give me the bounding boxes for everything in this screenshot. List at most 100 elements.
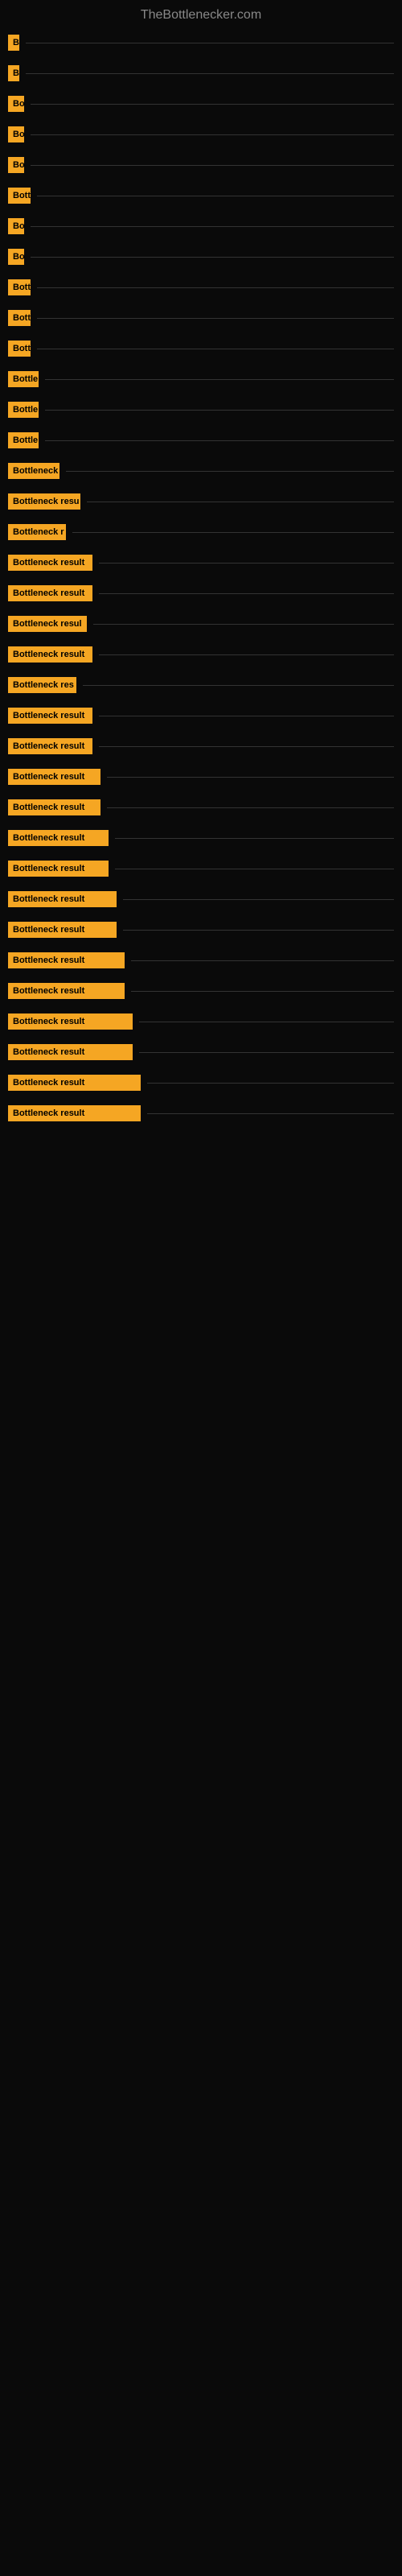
- item-badge[interactable]: Bottleneck result: [8, 799, 100, 815]
- item-line: [107, 807, 394, 808]
- item-badge[interactable]: Bottleneck result: [8, 1105, 141, 1121]
- item-badge[interactable]: Bottleneck result: [8, 922, 117, 938]
- list-item: Bottleneck r: [8, 524, 394, 540]
- item-badge[interactable]: Bottleneck result: [8, 585, 92, 601]
- list-item: Bottleneck result: [8, 555, 394, 571]
- item-badge[interactable]: Bottleneck result: [8, 646, 92, 663]
- item-line: [45, 410, 394, 411]
- list-item: Bottleneck result: [8, 646, 394, 663]
- list-item: Bottleneck result: [8, 738, 394, 754]
- list-item: Bottleneck result: [8, 830, 394, 846]
- list-item: Bo: [8, 249, 394, 265]
- item-badge[interactable]: Bo: [8, 218, 24, 234]
- list-item: Bottleneck result: [8, 983, 394, 999]
- list-item: Bottleneck result: [8, 922, 394, 938]
- item-badge[interactable]: Bottleneck resul: [8, 616, 87, 632]
- item-line: [107, 777, 394, 778]
- item-badge[interactable]: Bottleneck result: [8, 555, 92, 571]
- item-badge[interactable]: Bo: [8, 96, 24, 112]
- list-item: Bottleneck result: [8, 891, 394, 907]
- list-item: Bottleneck result: [8, 799, 394, 815]
- item-badge[interactable]: Bottle: [8, 432, 39, 448]
- item-badge[interactable]: Bottleneck resu: [8, 493, 80, 510]
- item-badge[interactable]: Bott: [8, 188, 31, 204]
- list-item: Bo: [8, 218, 394, 234]
- list-item: Bo: [8, 126, 394, 142]
- list-item: Bottleneck result: [8, 769, 394, 785]
- item-line: [99, 746, 394, 747]
- items-container: BB Bo Bo Bo Bott Bo Bo Bott Bott Bott Bottle Bottle…: [0, 27, 402, 1144]
- item-line: [31, 165, 394, 166]
- item-badge[interactable]: Bottleneck: [8, 463, 59, 479]
- list-item: Bottleneck result: [8, 585, 394, 601]
- item-badge[interactable]: Bott: [8, 310, 31, 326]
- list-item: Bottleneck result: [8, 1013, 394, 1030]
- site-header: TheBottlenecker.com: [0, 0, 402, 27]
- item-line: [37, 287, 394, 288]
- item-badge[interactable]: Bottleneck result: [8, 769, 100, 785]
- item-line: [37, 318, 394, 319]
- item-badge[interactable]: Bottleneck result: [8, 1013, 133, 1030]
- item-badge[interactable]: Bottleneck result: [8, 861, 109, 877]
- item-line: [66, 471, 394, 472]
- item-line: [26, 73, 394, 74]
- item-badge[interactable]: Bo: [8, 157, 24, 173]
- item-badge[interactable]: Bottleneck result: [8, 708, 92, 724]
- item-line: [131, 991, 394, 992]
- site-title: TheBottlenecker.com: [0, 0, 402, 27]
- list-item: Bottle: [8, 402, 394, 418]
- list-item: Bott: [8, 279, 394, 295]
- item-line: [123, 899, 394, 900]
- item-line: [147, 1113, 394, 1114]
- list-item: Bottleneck resu: [8, 493, 394, 510]
- item-line: [83, 685, 394, 686]
- item-line: [45, 440, 394, 441]
- item-badge[interactable]: Bo: [8, 249, 24, 265]
- list-item: Bottleneck resul: [8, 616, 394, 632]
- item-line: [99, 593, 394, 594]
- item-line: [115, 838, 394, 839]
- item-line: [99, 654, 394, 655]
- item-line: [131, 960, 394, 961]
- item-line: [93, 624, 394, 625]
- list-item: Bott: [8, 310, 394, 326]
- item-badge[interactable]: Bottleneck result: [8, 1075, 141, 1091]
- item-line: [99, 563, 394, 564]
- list-item: Bott: [8, 188, 394, 204]
- item-line: [147, 1083, 394, 1084]
- list-item: Bo: [8, 157, 394, 173]
- item-line: [31, 134, 394, 135]
- item-line: [139, 1052, 394, 1053]
- item-badge[interactable]: Bottle: [8, 402, 39, 418]
- list-item: Bottleneck result: [8, 1044, 394, 1060]
- item-badge[interactable]: Bottleneck result: [8, 830, 109, 846]
- item-badge[interactable]: B: [8, 65, 19, 81]
- item-badge[interactable]: Bott: [8, 279, 31, 295]
- list-item: Bottleneck result: [8, 952, 394, 968]
- item-line: [31, 104, 394, 105]
- item-badge[interactable]: Bottle: [8, 371, 39, 387]
- item-badge[interactable]: Bottleneck result: [8, 983, 125, 999]
- item-badge[interactable]: Bottleneck result: [8, 952, 125, 968]
- item-badge[interactable]: Bo: [8, 126, 24, 142]
- item-line: [72, 532, 394, 533]
- item-badge[interactable]: B: [8, 35, 19, 51]
- list-item: B: [8, 65, 394, 81]
- list-item: B: [8, 35, 394, 51]
- list-item: Bott: [8, 341, 394, 357]
- list-item: Bottleneck: [8, 463, 394, 479]
- list-item: Bottleneck result: [8, 1075, 394, 1091]
- item-badge[interactable]: Bottleneck result: [8, 891, 117, 907]
- list-item: Bottle: [8, 432, 394, 448]
- item-badge[interactable]: Bottleneck res: [8, 677, 76, 693]
- item-badge[interactable]: Bott: [8, 341, 31, 357]
- item-line: [45, 379, 394, 380]
- item-badge[interactable]: Bottleneck result: [8, 738, 92, 754]
- item-badge[interactable]: Bottleneck result: [8, 1044, 133, 1060]
- list-item: Bo: [8, 96, 394, 112]
- list-item: Bottleneck result: [8, 708, 394, 724]
- item-badge[interactable]: Bottleneck r: [8, 524, 66, 540]
- list-item: Bottle: [8, 371, 394, 387]
- list-item: Bottleneck result: [8, 861, 394, 877]
- item-line: [123, 930, 394, 931]
